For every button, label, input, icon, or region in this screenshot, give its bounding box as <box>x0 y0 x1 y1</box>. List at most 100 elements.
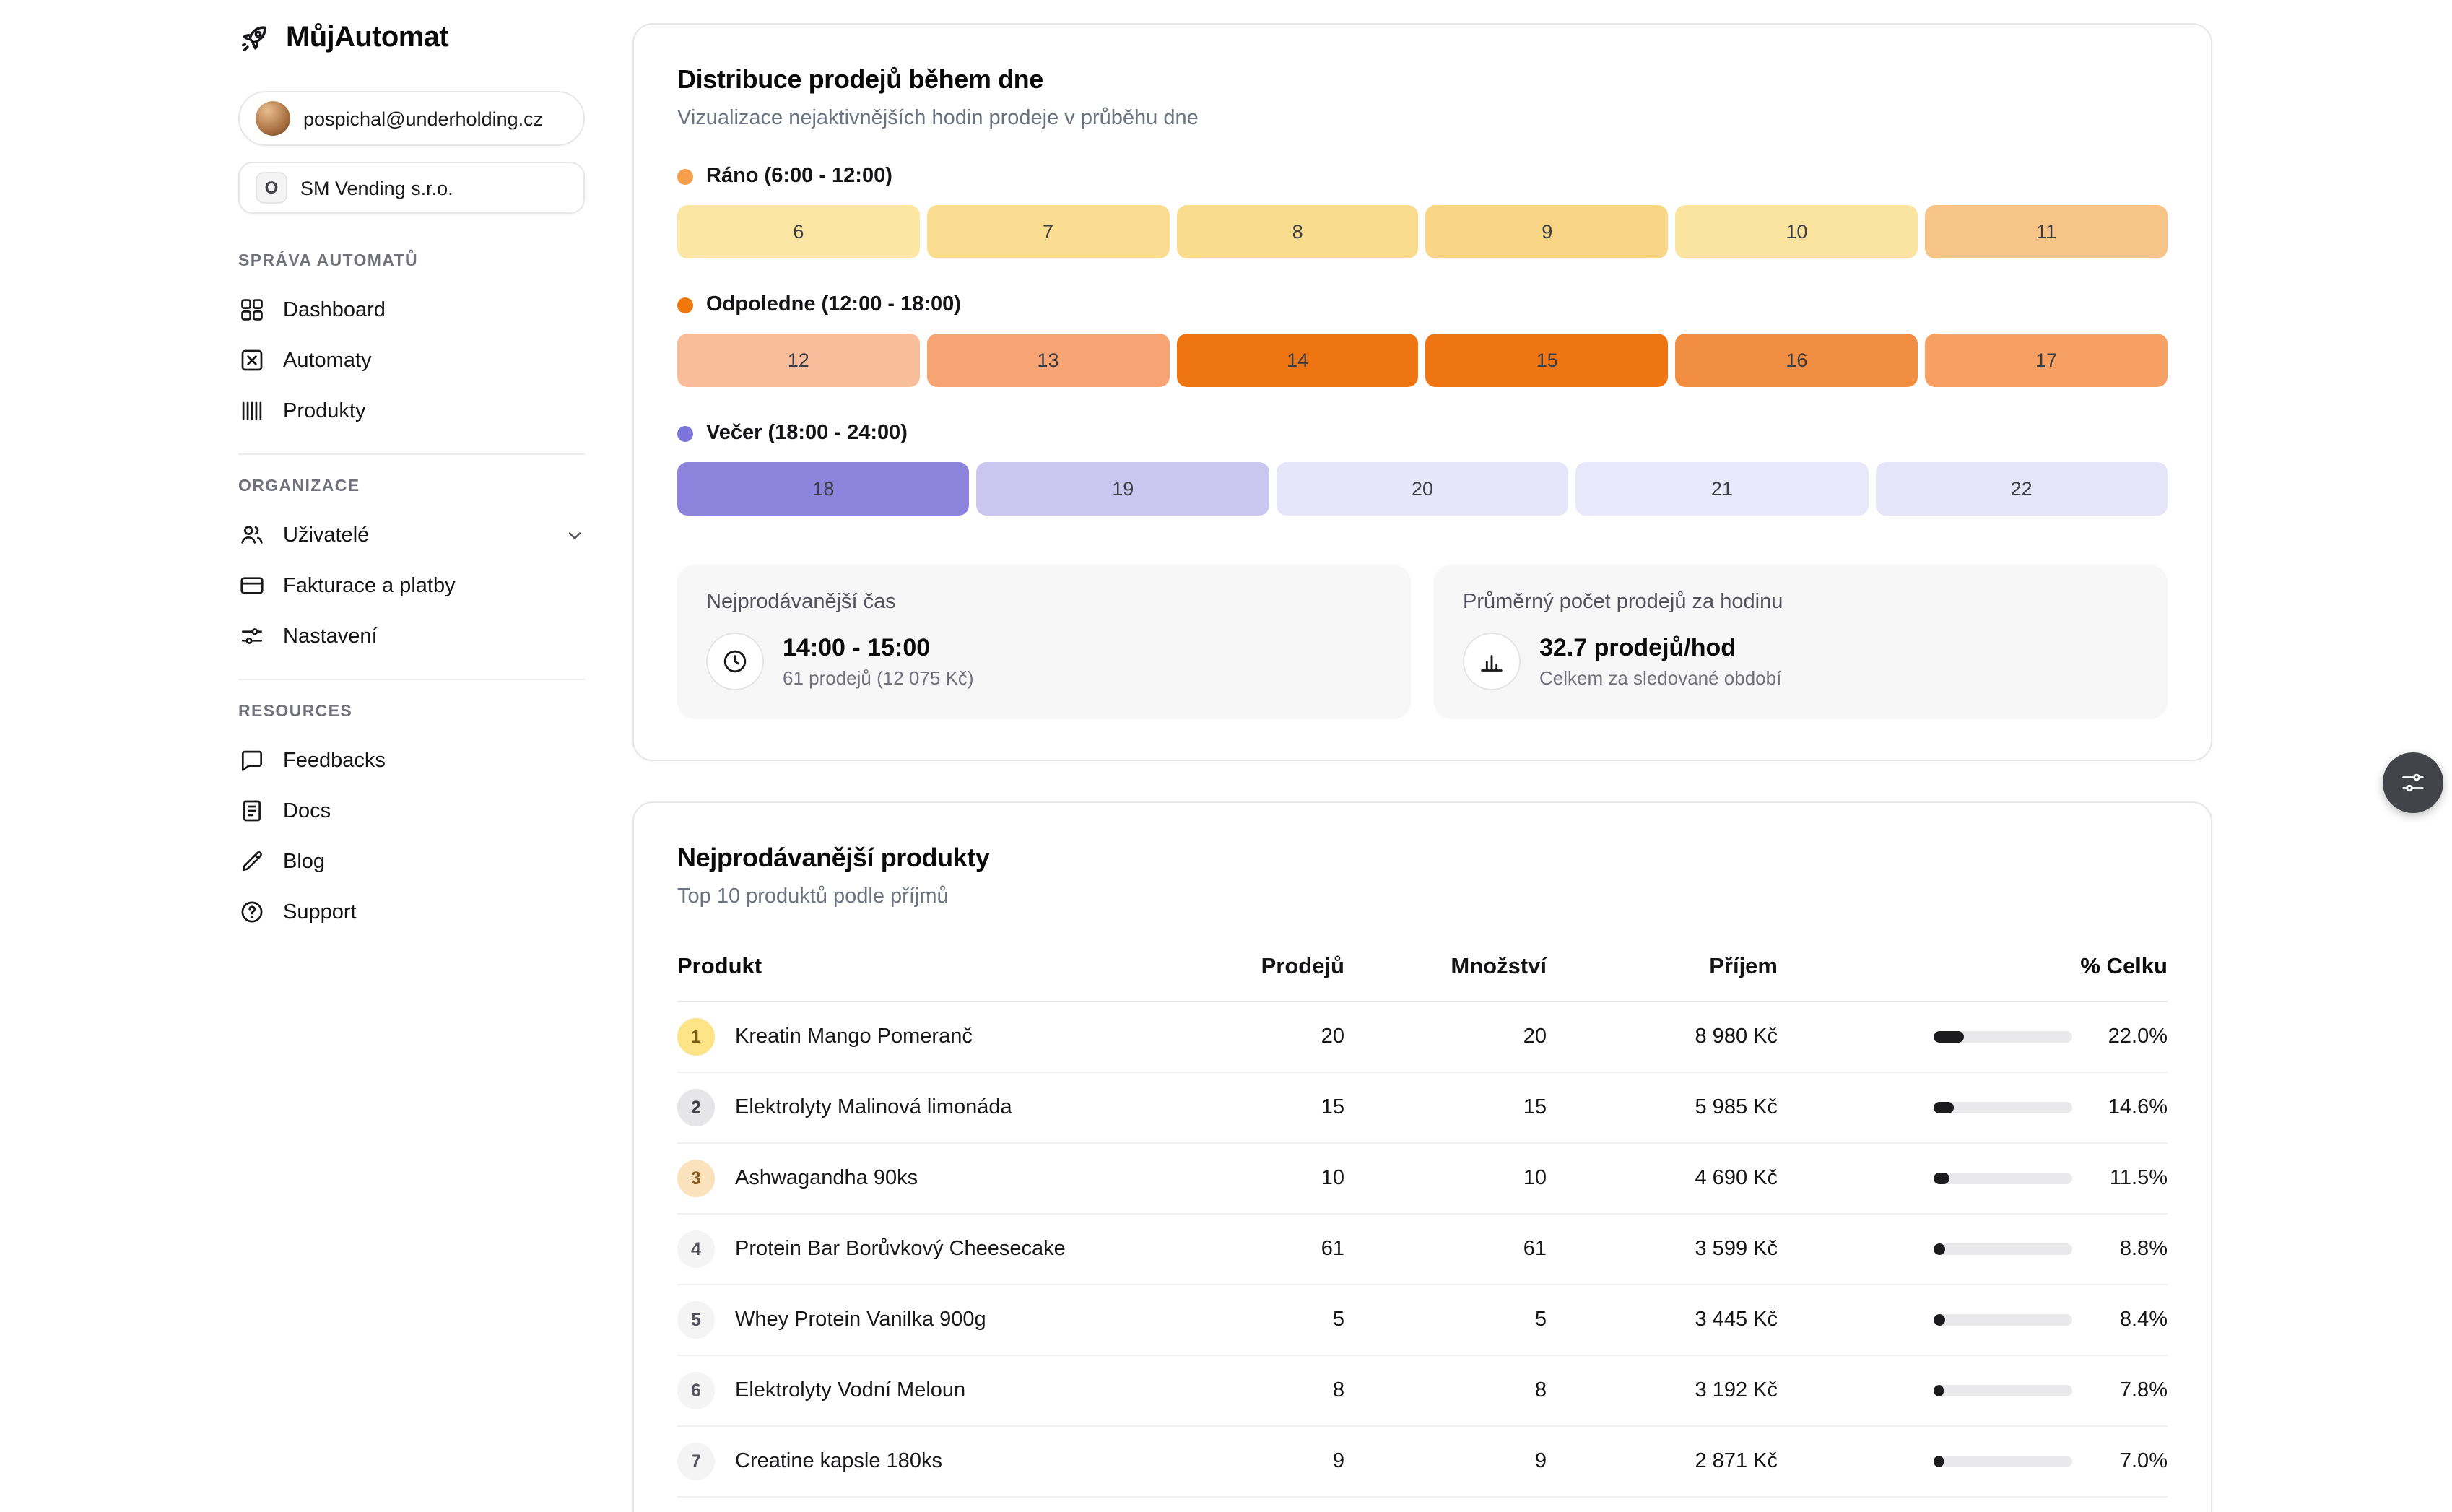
table-row[interactable]: 2 Elektrolyty Malinová limonáda 15 15 5 … <box>677 1073 2168 1144</box>
org-selector-pill[interactable]: O SM Vending s.r.o. <box>238 162 585 214</box>
hour-label: 19 <box>1112 478 1134 500</box>
table-row[interactable]: 7 Creatine kapsle 180ks 9 9 2 871 Kč 7.0… <box>677 1427 2168 1498</box>
sidebar-item-automaty[interactable]: Automaty <box>238 335 585 386</box>
products-title: Nejprodávanější produkty <box>677 843 2168 874</box>
sidebar-item-uzivatele[interactable]: Uživatelé <box>238 510 585 560</box>
percent-bar <box>1934 1456 2072 1467</box>
table-row[interactable]: 6 Elektrolyty Vodní Meloun 8 8 3 192 Kč … <box>677 1356 2168 1427</box>
heatmap-cell-8[interactable]: 8 <box>1176 205 1419 258</box>
panel-toggle-button[interactable] <box>2383 752 2443 813</box>
revenue: 8 980 Kč <box>1547 1025 1778 1048</box>
app-logo[interactable]: MůjAutomat <box>238 20 585 56</box>
heatmap-cell-15[interactable]: 15 <box>1426 334 1669 387</box>
best-time-stat: Nejprodávanější čas 14:00 - 15:00 61 pro… <box>677 565 1411 719</box>
bar-chart-icon <box>1463 633 1521 690</box>
nav-label: Blog <box>283 850 325 873</box>
heatmap-cell-21[interactable]: 21 <box>1575 462 1868 516</box>
percent-label: 7.0% <box>2092 1450 2168 1473</box>
col-prodeju: Prodejů <box>1186 955 1344 981</box>
nav-label: Support <box>283 900 357 924</box>
heatmap-group: Ráno (6:00 - 12:00) 6 7 8 9 10 11 <box>677 165 2168 258</box>
revenue: 4 690 Kč <box>1547 1167 1778 1190</box>
col-mnozstvi: Množství <box>1344 955 1547 981</box>
table-row[interactable]: 1 Kreatin Mango Pomeranč 20 20 8 980 Kč … <box>677 1002 2168 1073</box>
heatmap-cell-12[interactable]: 12 <box>677 334 920 387</box>
heatmap-cell-19[interactable]: 19 <box>977 462 1269 516</box>
heatmap-cell-14[interactable]: 14 <box>1176 334 1419 387</box>
blog-icon <box>238 848 266 875</box>
sidebar-item-dashboard[interactable]: Dashboard <box>238 284 585 335</box>
sales-count: 20 <box>1186 1025 1344 1048</box>
heatmap-cell-22[interactable]: 22 <box>1875 462 2168 516</box>
sidebar-item-nastaveni[interactable]: Nastavení <box>238 611 585 661</box>
section-items: Uživatelé Fakturace a platby Nastavení <box>238 510 585 661</box>
stat-sub: 61 prodejů (12 075 Kč) <box>783 667 974 689</box>
hour-label: 14 <box>1287 349 1308 371</box>
products-icon <box>238 397 266 425</box>
heatmap-cell-10[interactable]: 10 <box>1676 205 1918 258</box>
table-row[interactable]: 4 Protein Bar Borůvkový Cheesecake 61 61… <box>677 1215 2168 1285</box>
distribution-card: Distribuce prodejů během dne Vizualizace… <box>632 23 2212 761</box>
clock-icon <box>706 633 764 690</box>
rank-badge: 4 <box>677 1230 715 1268</box>
product-name: Ashwagandha 90ks <box>735 1167 918 1190</box>
sidebar-item-feedbacks[interactable]: Feedbacks <box>238 735 585 786</box>
user-account-pill[interactable]: pospichal@underholding.cz <box>238 91 585 146</box>
hour-label: 16 <box>1786 349 1807 371</box>
org-logo: O <box>256 172 287 204</box>
table-row[interactable]: 5 Whey Protein Vanilka 900g 5 5 3 445 Kč… <box>677 1285 2168 1356</box>
heatmap-cell-11[interactable]: 11 <box>1925 205 2168 258</box>
hour-label: 11 <box>2036 221 2056 243</box>
rank-badge: 1 <box>677 1018 715 1056</box>
hour-label: 15 <box>1536 349 1558 371</box>
heatmap-cell-9[interactable]: 9 <box>1426 205 1669 258</box>
distribution-title: Distribuce prodejů během dne <box>677 65 2168 95</box>
settings-icon <box>238 622 266 650</box>
sales-count: 61 <box>1186 1238 1344 1261</box>
percent-label: 11.5% <box>2092 1167 2168 1190</box>
heatmap-cell-18[interactable]: 18 <box>677 462 970 516</box>
heatmap-cell-20[interactable]: 20 <box>1277 462 1569 516</box>
products-subtitle: Top 10 produktů podle příjmů <box>677 885 2168 908</box>
sidebar-item-produkty[interactable]: Produkty <box>238 386 585 436</box>
table-row[interactable]: 3 Ashwagandha 90ks 10 10 4 690 Kč 11.5% <box>677 1144 2168 1215</box>
heatmap-cell-7[interactable]: 7 <box>927 205 1170 258</box>
nav-label: Produkty <box>283 399 365 422</box>
products-table: Produkt Prodejů Množství Příjem % Celku … <box>677 937 2168 1498</box>
group-dot <box>677 297 693 313</box>
heatmap-cell-6[interactable]: 6 <box>677 205 920 258</box>
sidebar-item-support[interactable]: Support <box>238 887 585 937</box>
product-name: Creatine kapsle 180ks <box>735 1450 942 1473</box>
stat-value: 32.7 prodejů/hod <box>1539 634 1781 663</box>
heatmap-cell-13[interactable]: 13 <box>927 334 1170 387</box>
section-label: ORGANIZACE <box>238 478 585 495</box>
nav-label: Automaty <box>283 349 372 372</box>
revenue: 5 985 Kč <box>1547 1096 1778 1119</box>
revenue: 3 599 Kč <box>1547 1238 1778 1261</box>
hour-label: 6 <box>793 221 804 243</box>
hour-label: 17 <box>2035 349 2057 371</box>
col-prijem: Příjem <box>1547 955 1778 981</box>
hour-label: 13 <box>1037 349 1058 371</box>
sidebar-item-docs[interactable]: Docs <box>238 786 585 836</box>
hour-label: 7 <box>1043 221 1053 243</box>
nav-label: Nastavení <box>283 625 378 648</box>
avatar <box>256 101 290 136</box>
sidebar-item-blog[interactable]: Blog <box>238 836 585 887</box>
stat-sub: Celkem za sledované období <box>1539 667 1781 689</box>
hour-label: 18 <box>812 478 834 500</box>
heatmap-cell-16[interactable]: 16 <box>1676 334 1918 387</box>
group-dot <box>677 425 693 441</box>
main-content: Distribuce prodejů během dne Vizualizace… <box>632 0 2212 1512</box>
sidebar-item-fakturace-a-platby[interactable]: Fakturace a platby <box>238 560 585 611</box>
section-label: RESOURCES <box>238 703 585 721</box>
percent-bar <box>1934 1102 2072 1113</box>
percent-bar <box>1934 1385 2072 1396</box>
section-items: Feedbacks Docs Blog Support <box>238 735 585 937</box>
feedback-icon <box>238 747 266 774</box>
heatmap-cell-17[interactable]: 17 <box>1925 334 2168 387</box>
nav-label: Dashboard <box>283 298 386 321</box>
product-name: Elektrolyty Malinová limonáda <box>735 1096 1012 1119</box>
percent-bar <box>1934 1173 2072 1184</box>
section-items: Dashboard Automaty Produkty <box>238 284 585 436</box>
